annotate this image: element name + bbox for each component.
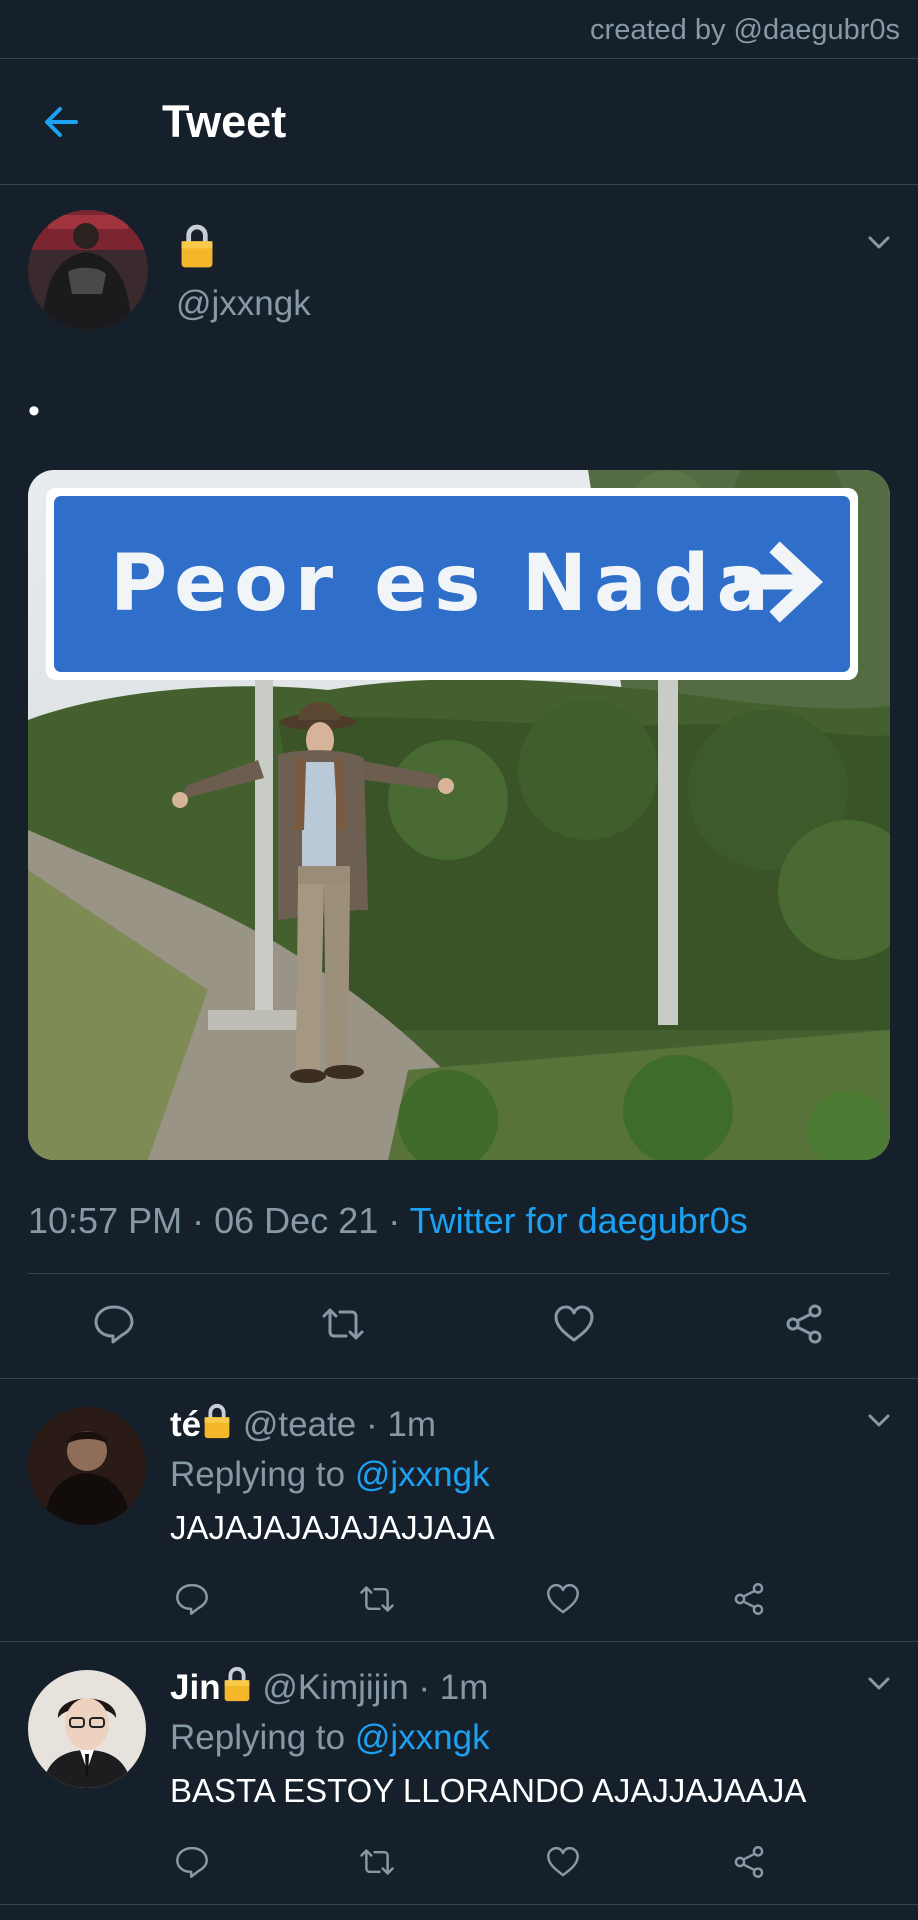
reply-author-name[interactable]: té bbox=[170, 1405, 201, 1444]
retweet-button[interactable] bbox=[356, 1844, 398, 1880]
divider bbox=[0, 1378, 918, 1379]
sign-text: Peor es Nada bbox=[110, 539, 776, 629]
like-icon bbox=[545, 1581, 581, 1617]
avatar[interactable] bbox=[28, 210, 148, 330]
reply-time: · 1m bbox=[418, 1668, 489, 1707]
reply-author-name[interactable]: Jin bbox=[170, 1668, 221, 1707]
replying-to-link[interactable]: @jxxngk bbox=[355, 1718, 490, 1757]
retweet-button[interactable] bbox=[356, 1581, 398, 1617]
reply-text: JAJAJAJAJAJAJJAJA bbox=[170, 1509, 495, 1546]
tweet-source-link[interactable]: Twitter for daegubr0s bbox=[410, 1200, 748, 1241]
author-handle: @jxxngk bbox=[176, 284, 311, 323]
reply-avatar[interactable] bbox=[28, 1407, 146, 1525]
share-icon bbox=[731, 1844, 767, 1880]
like-button[interactable] bbox=[545, 1844, 581, 1880]
like-icon bbox=[545, 1844, 581, 1880]
like-button[interactable] bbox=[552, 1302, 596, 1346]
reply-text: BASTA ESTOY LLORANDO AJAJJAJAAJA bbox=[170, 1772, 807, 1809]
reply-time: · 1m bbox=[365, 1405, 436, 1444]
avatar-image bbox=[28, 1407, 146, 1525]
reply-icon bbox=[174, 1581, 210, 1617]
replying-to: Replying to @jxxngk bbox=[170, 1455, 490, 1495]
lock-icon bbox=[178, 222, 216, 270]
reply-button[interactable] bbox=[174, 1581, 210, 1617]
share-icon bbox=[782, 1302, 826, 1346]
reply-avatar[interactable] bbox=[28, 1670, 146, 1788]
meta-separator: · bbox=[388, 1200, 401, 1241]
divider bbox=[28, 1273, 890, 1274]
chevron-down-icon[interactable] bbox=[862, 1667, 896, 1701]
tweet-time: 10:57 PM bbox=[28, 1200, 183, 1241]
credit-bar: created by @daegubr0s bbox=[0, 0, 918, 59]
lock-icon bbox=[201, 1402, 233, 1440]
replying-to: Replying to @jxxngk bbox=[170, 1718, 490, 1758]
tweet-text: • bbox=[28, 392, 40, 430]
retweet-button[interactable] bbox=[318, 1302, 368, 1346]
replying-to-link[interactable]: @jxxngk bbox=[355, 1455, 490, 1494]
reply-icon bbox=[174, 1844, 210, 1880]
chevron-down-icon[interactable] bbox=[862, 226, 896, 260]
reply-author-handle[interactable]: @teate bbox=[243, 1405, 356, 1444]
reply-author-handle[interactable]: @Kimjijin bbox=[262, 1668, 408, 1707]
divider bbox=[0, 1641, 918, 1642]
replying-label: Replying to bbox=[170, 1455, 346, 1494]
back-button[interactable] bbox=[40, 99, 86, 145]
share-icon bbox=[731, 1581, 767, 1617]
tweet-meta: 10:57 PM · 06 Dec 21 · Twitter for daegu… bbox=[28, 1200, 748, 1242]
credit-text: created by @daegubr0s bbox=[590, 14, 900, 46]
share-button[interactable] bbox=[731, 1581, 767, 1617]
like-icon bbox=[552, 1302, 596, 1346]
reply-header: Jin @Kimjijin · 1m bbox=[170, 1665, 488, 1708]
back-arrow-icon bbox=[45, 107, 78, 137]
photo-image: Peor es Nada bbox=[28, 470, 890, 1160]
tweet-date: 06 Dec 21 bbox=[214, 1200, 379, 1241]
share-button[interactable] bbox=[782, 1302, 826, 1346]
reply-button[interactable] bbox=[174, 1844, 210, 1880]
avatar-image bbox=[28, 210, 148, 330]
replying-label: Replying to bbox=[170, 1718, 346, 1757]
avatar-image bbox=[28, 1670, 146, 1788]
tweet-photo[interactable]: Peor es Nada bbox=[28, 470, 890, 1160]
reply-icon bbox=[92, 1302, 136, 1346]
meta-separator: · bbox=[192, 1200, 205, 1241]
reply-header: té @teate · 1m bbox=[170, 1402, 436, 1445]
header: Tweet bbox=[0, 59, 918, 185]
retweet-icon bbox=[356, 1581, 398, 1617]
retweet-icon bbox=[356, 1844, 398, 1880]
like-button[interactable] bbox=[545, 1581, 581, 1617]
reply-button[interactable] bbox=[92, 1302, 136, 1346]
retweet-icon bbox=[318, 1302, 368, 1346]
page-title: Tweet bbox=[162, 96, 287, 147]
divider bbox=[0, 1904, 918, 1905]
chevron-down-icon[interactable] bbox=[862, 1404, 896, 1438]
lock-icon bbox=[221, 1665, 253, 1703]
share-button[interactable] bbox=[731, 1844, 767, 1880]
